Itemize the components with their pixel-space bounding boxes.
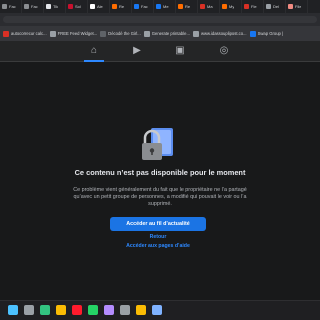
whatsapp-icon[interactable] bbox=[88, 305, 98, 315]
browser-tab[interactable]: Fac bbox=[0, 0, 22, 13]
content-unavailable-page: Ce contenu n’est pas disponible pour le … bbox=[0, 62, 320, 300]
bookmark-favicon-icon bbox=[192, 30, 199, 37]
app-icon[interactable] bbox=[104, 305, 114, 315]
bookmark-item[interactable]: FREE Feed Widget... bbox=[49, 30, 98, 37]
chrome-icon[interactable] bbox=[136, 305, 146, 315]
gaming-icon[interactable]: ◎ bbox=[218, 45, 230, 57]
tab-favicon-icon bbox=[68, 4, 73, 9]
tab-title: File bbox=[295, 4, 302, 9]
marketplace-icon[interactable]: ▣ bbox=[174, 45, 186, 57]
go-to-news-feed-button[interactable]: Accéder au fil d’actualité bbox=[110, 217, 206, 231]
tab-title: Fle bbox=[251, 4, 257, 9]
browser-tab[interactable]: Re bbox=[110, 0, 132, 13]
bookmark-item[interactable]: Swap Group | bbox=[249, 30, 284, 37]
video-icon[interactable]: ▶ bbox=[131, 45, 143, 57]
browser-tab[interactable]: Me bbox=[154, 0, 176, 13]
bookmark-item[interactable]: Décodé the Girl... bbox=[100, 30, 141, 37]
help-pages-link[interactable]: Accéder aux pages d’aide bbox=[100, 243, 216, 249]
tab-favicon-icon bbox=[90, 4, 95, 9]
tab-title: Re bbox=[185, 4, 191, 9]
bookmark-favicon-icon bbox=[249, 30, 256, 37]
browser-tab[interactable]: Del bbox=[264, 0, 286, 13]
app-icon[interactable] bbox=[152, 305, 162, 315]
tab-favicon-icon bbox=[266, 4, 271, 9]
facebook-top-nav: ⌂ ▶ ▣ ◎ bbox=[0, 41, 320, 62]
bookmark-favicon-icon bbox=[143, 30, 150, 37]
lock-icon bbox=[142, 128, 173, 160]
tab-favicon-icon bbox=[156, 4, 161, 9]
browser-tab[interactable]: Sol bbox=[66, 0, 88, 13]
browser-tab[interactable]: Tik bbox=[44, 0, 66, 13]
bookmark-label: Generate printable... bbox=[151, 31, 190, 36]
back-link[interactable]: Retour bbox=[110, 234, 206, 240]
bookmark-item[interactable]: autocorrecur calc... bbox=[3, 30, 47, 37]
bookmark-item[interactable]: www.idassouplipost.co... bbox=[192, 30, 247, 37]
tab-title: Ale bbox=[97, 4, 103, 9]
bookmark-label: FREE Feed Widget... bbox=[57, 31, 98, 36]
browser-tab-strip: Fac Fac Tik Sol Ale Re Fac Me Re Ma My Fle Del File bbox=[0, 0, 320, 13]
browser-tab[interactable]: Fac bbox=[22, 0, 44, 13]
tab-favicon-icon bbox=[112, 4, 117, 9]
page-description: Ce problème vient généralement du fait q… bbox=[73, 187, 247, 207]
tab-title: Sol bbox=[75, 4, 81, 9]
edge-icon[interactable] bbox=[40, 305, 50, 315]
browser-tab[interactable]: My bbox=[220, 0, 242, 13]
tab-favicon-icon bbox=[24, 4, 29, 9]
tab-title: Fac bbox=[9, 4, 16, 9]
windows-taskbar bbox=[0, 300, 320, 320]
tab-title: Del bbox=[273, 4, 280, 9]
browser-tab[interactable]: Fac bbox=[132, 0, 154, 13]
browser-tab[interactable]: Ma bbox=[198, 0, 220, 13]
browser-toolbar bbox=[0, 13, 320, 26]
chrome-icon[interactable] bbox=[56, 305, 66, 315]
tab-title: My bbox=[229, 4, 235, 9]
address-bar[interactable] bbox=[3, 16, 317, 23]
windows-start-icon[interactable] bbox=[8, 305, 18, 315]
tab-favicon-icon bbox=[288, 4, 293, 9]
tab-title: Tik bbox=[53, 4, 59, 9]
page-title: Ce contenu n’est pas disponible pour le … bbox=[74, 168, 246, 177]
browser-tab[interactable]: Ale bbox=[88, 0, 110, 13]
tab-title: Ma bbox=[207, 4, 213, 9]
tab-title: Me bbox=[163, 4, 169, 9]
settings-icon[interactable] bbox=[120, 305, 130, 315]
opera-icon[interactable] bbox=[72, 305, 82, 315]
bookmark-favicon-icon bbox=[3, 30, 9, 37]
bookmark-label: Swap Group | bbox=[257, 31, 284, 36]
tab-favicon-icon bbox=[178, 4, 183, 9]
search-icon[interactable] bbox=[24, 305, 34, 315]
browser-tab[interactable]: Fle bbox=[242, 0, 264, 13]
home-icon[interactable]: ⌂ bbox=[88, 45, 100, 57]
tab-favicon-icon bbox=[46, 4, 51, 9]
tab-title: Fac bbox=[31, 4, 38, 9]
browser-tab[interactable]: File bbox=[286, 0, 308, 13]
bookmark-favicon-icon bbox=[49, 30, 56, 37]
tab-title: Fac bbox=[141, 4, 148, 9]
tab-favicon-icon bbox=[244, 4, 249, 9]
tab-favicon-icon bbox=[134, 4, 139, 9]
bookmark-label: Décodé the Girl... bbox=[108, 31, 141, 36]
browser-tab[interactable]: Re bbox=[176, 0, 198, 13]
bookmark-favicon-icon bbox=[100, 30, 107, 37]
bookmarks-bar: autocorrecur calc... FREE Feed Widget... D… bbox=[0, 26, 320, 41]
tab-title: Re bbox=[119, 4, 125, 9]
bookmark-label: www.idassouplipost.co... bbox=[200, 31, 247, 36]
tab-favicon-icon bbox=[2, 4, 7, 9]
bookmark-label: autocorrecur calc... bbox=[11, 31, 47, 36]
bookmark-item[interactable]: Generate printable... bbox=[143, 30, 190, 37]
tab-favicon-icon bbox=[222, 4, 227, 9]
tab-favicon-icon bbox=[200, 4, 205, 9]
